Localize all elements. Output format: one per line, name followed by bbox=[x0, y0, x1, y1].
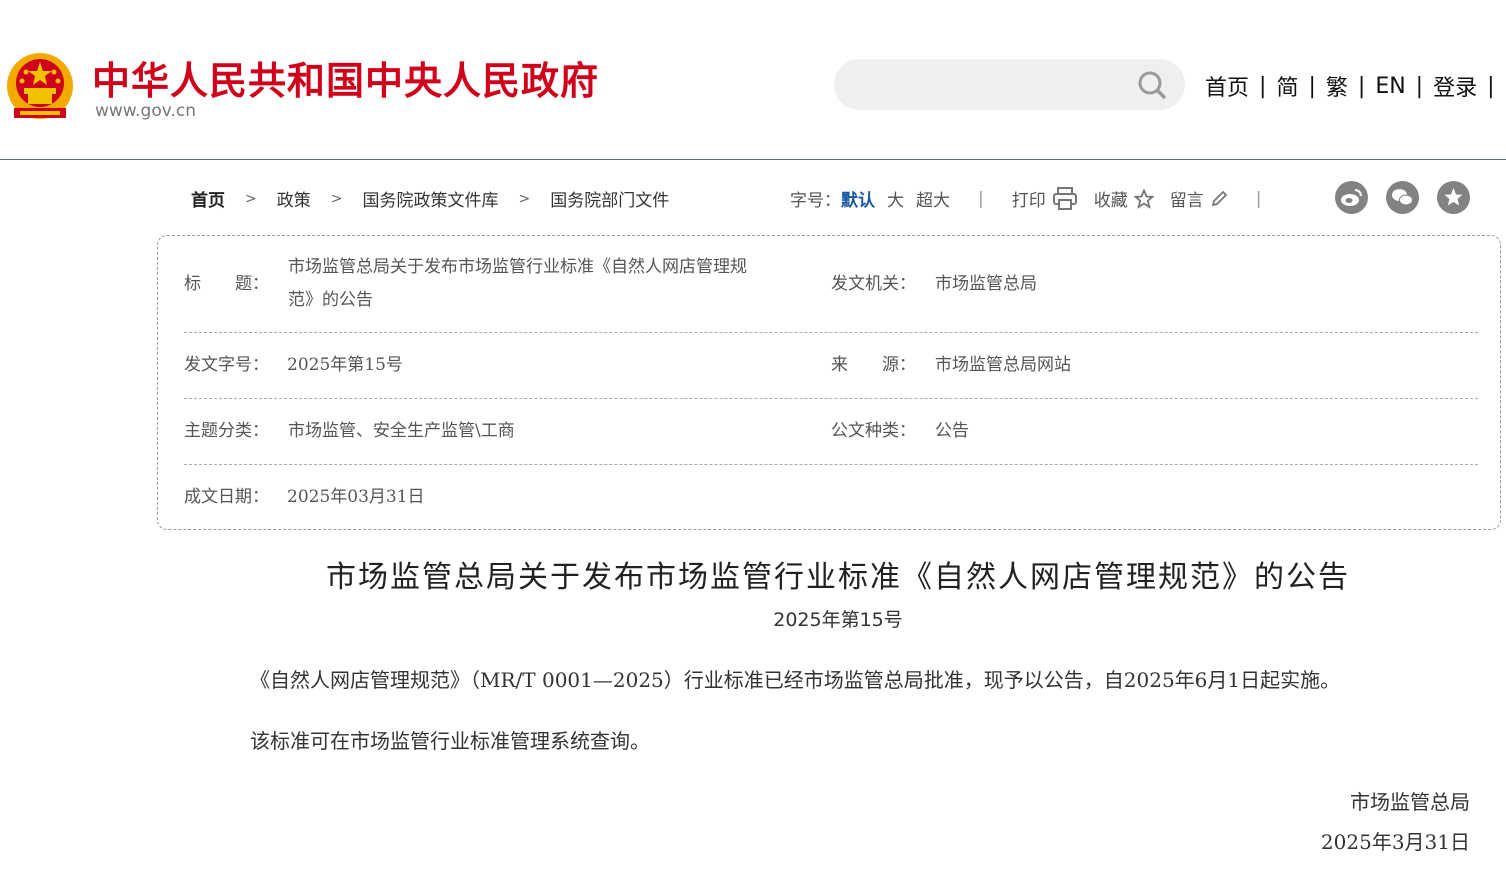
title-value-line2: 范》的公告 bbox=[288, 290, 373, 310]
favorite-share-button[interactable] bbox=[1437, 181, 1470, 214]
chevron-right-icon: > bbox=[245, 190, 257, 207]
wechat-icon bbox=[1392, 189, 1413, 206]
breadcrumb: 首页 > 政策 > 国务院政策文件库 > 国务院部门文件 bbox=[191, 186, 669, 212]
doc-type-value: 公告 bbox=[935, 421, 969, 441]
font-size-xlarge[interactable]: 超大 bbox=[916, 186, 950, 211]
nav-divider: | bbox=[1259, 73, 1267, 99]
breadcrumb-policy[interactable]: 政策 bbox=[277, 186, 311, 211]
chevron-right-icon: > bbox=[330, 190, 343, 207]
doc-no-label: 发文字号： bbox=[184, 355, 269, 375]
article-paragraph: 该标准可在市场监管行业标准管理系统查询。 bbox=[250, 729, 650, 753]
star-icon bbox=[1133, 188, 1154, 209]
topic-label: 主题分类： bbox=[184, 421, 269, 441]
nav-english[interactable]: EN bbox=[1375, 74, 1405, 99]
chevron-right-icon: > bbox=[518, 190, 531, 207]
issuer-label: 发文机关： bbox=[831, 274, 916, 294]
site-header: 中华人民共和国中央人民政府 www.gov.cn 首页 | 简 | 繁 | EN… bbox=[0, 0, 1506, 160]
comment-button[interactable]: 留言 bbox=[1170, 186, 1228, 211]
nav-divider: | bbox=[1357, 73, 1366, 99]
topic-value: 市场监管、安全生产监管\工商 bbox=[288, 421, 515, 441]
issuer-value: 市场监管总局 bbox=[935, 274, 1037, 294]
national-emblem-icon[interactable] bbox=[6, 50, 74, 124]
print-button[interactable]: 打印 bbox=[1012, 186, 1078, 211]
source-label: 来 源： bbox=[831, 355, 916, 375]
nav-divider: | bbox=[1415, 73, 1424, 99]
signature-org: 市场监管总局 bbox=[1350, 790, 1470, 814]
print-label: 打印 bbox=[1011, 191, 1046, 211]
breadcrumb-department-docs[interactable]: 国务院部门文件 bbox=[550, 186, 669, 211]
comment-label: 留言 bbox=[1169, 191, 1204, 211]
wechat-share-button[interactable] bbox=[1386, 181, 1419, 214]
nav-divider: | bbox=[1487, 73, 1495, 99]
breadcrumb-policy-library[interactable]: 国务院政策文件库 bbox=[362, 186, 498, 211]
site-name[interactable]: 中华人民共和国中央人民政府 bbox=[92, 50, 599, 105]
nav-login[interactable]: 登录 bbox=[1433, 70, 1477, 102]
weibo-share-button[interactable] bbox=[1335, 181, 1368, 214]
source-value: 市场监管总局网站 bbox=[935, 355, 1071, 375]
title-value-line1: 市场监管总局关于发布市场监管行业标准《自然人网店管理规 bbox=[288, 257, 747, 277]
signature-date: 2025年3月31日 bbox=[1320, 830, 1470, 854]
doc-no-value: 2025年第15号 bbox=[287, 355, 403, 375]
nav-divider: | bbox=[1308, 73, 1316, 99]
breadcrumb-home[interactable]: 首页 bbox=[191, 186, 225, 211]
date-value: 2025年03月31日 bbox=[287, 487, 425, 507]
font-size-large[interactable]: 大 bbox=[887, 186, 904, 211]
info-row: 发文字号： 2025年第15号 来 源： 市场监管总局网站 bbox=[184, 333, 1478, 399]
pencil-icon bbox=[1211, 190, 1228, 206]
font-size-default[interactable]: 默认 bbox=[841, 186, 875, 211]
nav-simplified[interactable]: 简 bbox=[1276, 70, 1298, 102]
article-paragraph: 《自然人网店管理规范》（MR/T 0001—2025）行业标准已经市场监管总局批… bbox=[250, 668, 1341, 692]
doc-type-label: 公文种类： bbox=[831, 421, 916, 441]
nav-home[interactable]: 首页 bbox=[1205, 70, 1249, 102]
article-title: 市场监管总局关于发布市场监管行业标准《自然人网店管理规范》的公告 bbox=[326, 560, 1350, 595]
title-label: 标 题： bbox=[184, 274, 269, 294]
favorite-label: 收藏 bbox=[1093, 191, 1128, 211]
article-doc-number: 2025年第15号 bbox=[773, 609, 903, 631]
top-nav: 首页 | 简 | 繁 | EN | 登录 | bbox=[1205, 70, 1505, 102]
document-info-table: 标 题： 市场监管总局关于发布市场监管行业标准《自然人网店管理规 范》的公告 发… bbox=[157, 235, 1501, 530]
tools-divider: | bbox=[1255, 188, 1262, 209]
page-tools: 字号： 默认 大 超大 | 打印 收藏 留言 | bbox=[790, 186, 1289, 211]
date-label: 成文日期： bbox=[184, 487, 269, 507]
tools-divider: | bbox=[978, 188, 984, 209]
weibo-icon bbox=[1341, 189, 1362, 206]
font-size-label: 字号： bbox=[790, 191, 841, 211]
nav-traditional[interactable]: 繁 bbox=[1326, 70, 1348, 102]
info-row: 成文日期： 2025年03月31日 bbox=[184, 465, 1478, 529]
info-row: 主题分类： 市场监管、安全生产监管\工商 公文种类： 公告 bbox=[184, 399, 1478, 465]
printer-icon bbox=[1052, 186, 1077, 210]
search-input[interactable] bbox=[834, 59, 1185, 110]
star-badge-icon bbox=[1444, 188, 1463, 206]
site-url[interactable]: www.gov.cn bbox=[95, 101, 196, 121]
search-icon[interactable] bbox=[1137, 70, 1167, 100]
favorite-button[interactable]: 收藏 bbox=[1094, 186, 1154, 211]
info-row: 标 题： 市场监管总局关于发布市场监管行业标准《自然人网店管理规 范》的公告 发… bbox=[184, 236, 1478, 333]
